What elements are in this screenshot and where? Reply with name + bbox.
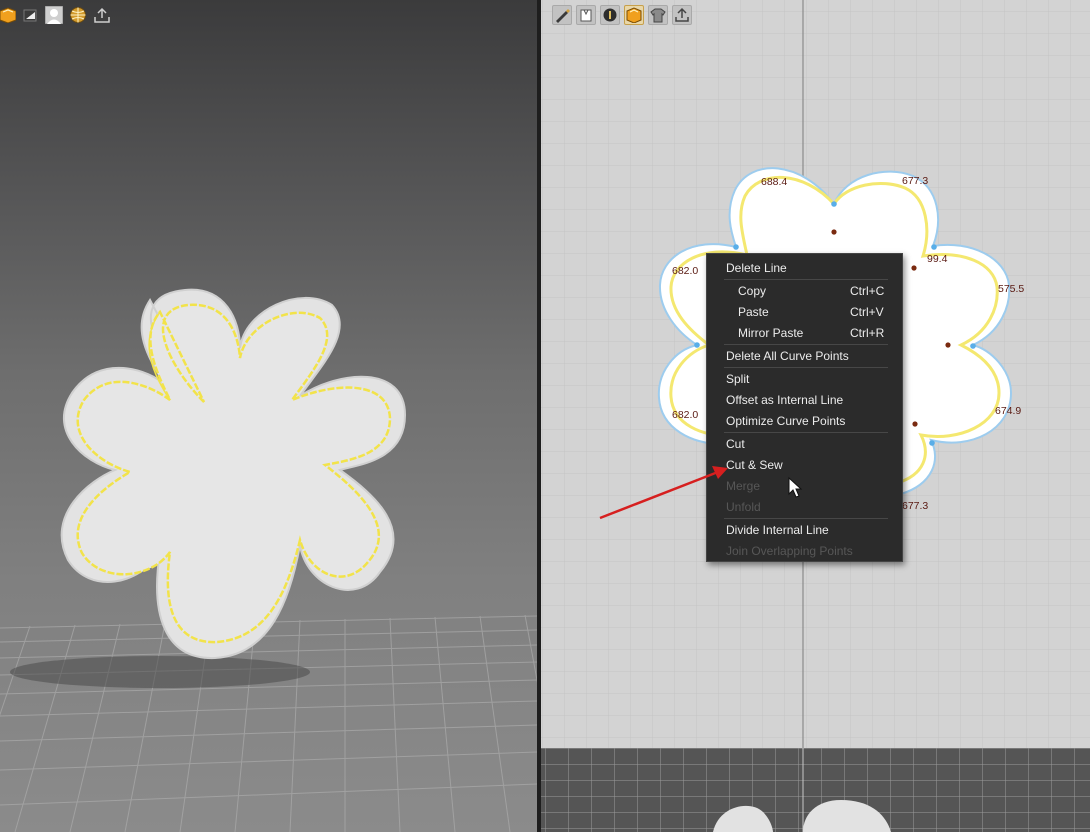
menu-item-paste[interactable]: Paste Ctrl+V (707, 302, 902, 322)
measure-bottom-right: 677.3 (902, 500, 928, 512)
circle-tool-icon[interactable] (600, 5, 620, 25)
3d-scene (0, 288, 537, 832)
menu-item-cut[interactable]: Cut (707, 434, 902, 454)
menu-item-merge: Merge (707, 476, 902, 496)
menu-item-label: Mirror Paste (738, 326, 804, 340)
measure-top-left: 688.4 (761, 176, 787, 188)
measure-top-right: 677.3 (902, 175, 928, 187)
menu-separator (724, 279, 888, 280)
menu-item-delete-line[interactable]: Delete Line (707, 258, 902, 278)
menu-item-mirror-paste[interactable]: Mirror Paste Ctrl+R (707, 323, 902, 343)
measure-upper-right: 99.4 (927, 253, 948, 265)
shirt-icon[interactable] (648, 5, 668, 25)
2d-toolbar (552, 5, 692, 25)
menu-item-shortcut: Ctrl+C (850, 284, 885, 298)
menu-item-split[interactable]: Split (707, 369, 902, 389)
menu-separator (724, 344, 888, 345)
garment-icon[interactable] (576, 5, 596, 25)
menu-item-divide-internal-line[interactable]: Divide Internal Line (707, 520, 902, 540)
menu-item-label: Cut & Sew (726, 458, 783, 472)
menu-item-shortcut: Ctrl+R (850, 326, 885, 340)
menu-item-label: Optimize Curve Points (726, 414, 846, 428)
menu-item-label: Paste (738, 305, 769, 319)
menu-separator (724, 518, 888, 519)
measure-left-lower: 682.0 (672, 409, 698, 421)
menu-item-unfold: Unfold (707, 497, 902, 517)
grid-floor (0, 614, 537, 832)
measure-lower-right: 674.9 (995, 405, 1021, 417)
menu-separator (724, 432, 888, 433)
menu-item-label: Delete Line (726, 261, 787, 275)
object-shadow (10, 656, 310, 688)
3d-flower-garment[interactable] (60, 288, 407, 660)
menu-item-label: Join Overlapping Points (726, 544, 853, 558)
measure-right: 575.5 (998, 283, 1024, 295)
menu-item-copy[interactable]: Copy Ctrl+C (707, 281, 902, 301)
orange-box-icon[interactable] (624, 5, 644, 25)
menu-item-label: Merge (726, 479, 761, 493)
menu-item-shortcut: Ctrl+V (850, 305, 884, 319)
export-icon[interactable] (672, 5, 692, 25)
menu-item-optimize-curve-points[interactable]: Optimize Curve Points (707, 411, 902, 431)
3d-viewport[interactable] (0, 0, 537, 832)
menu-item-offset-as-internal-line[interactable]: Offset as Internal Line (707, 390, 902, 410)
menu-item-label: Split (726, 372, 750, 386)
measure-left-upper: 682.0 (672, 265, 698, 277)
menu-item-label: Offset as Internal Line (726, 393, 844, 407)
menu-item-label: Delete All Curve Points (726, 349, 849, 363)
menu-item-cut-and-sew[interactable]: Cut & Sew (707, 455, 902, 475)
pen-tool-icon[interactable] (552, 5, 572, 25)
menu-item-label: Unfold (726, 500, 761, 514)
menu-item-label: Copy (738, 284, 767, 298)
menu-item-delete-all-curve-points[interactable]: Delete All Curve Points (707, 346, 902, 366)
menu-item-join-overlapping-points: Join Overlapping Points (707, 541, 902, 561)
context-menu: Delete Line Copy Ctrl+C Paste Ctrl+V Mir… (706, 253, 903, 562)
menu-separator (724, 367, 888, 368)
menu-item-label: Divide Internal Line (726, 523, 829, 537)
menu-item-label: Cut (726, 437, 745, 451)
